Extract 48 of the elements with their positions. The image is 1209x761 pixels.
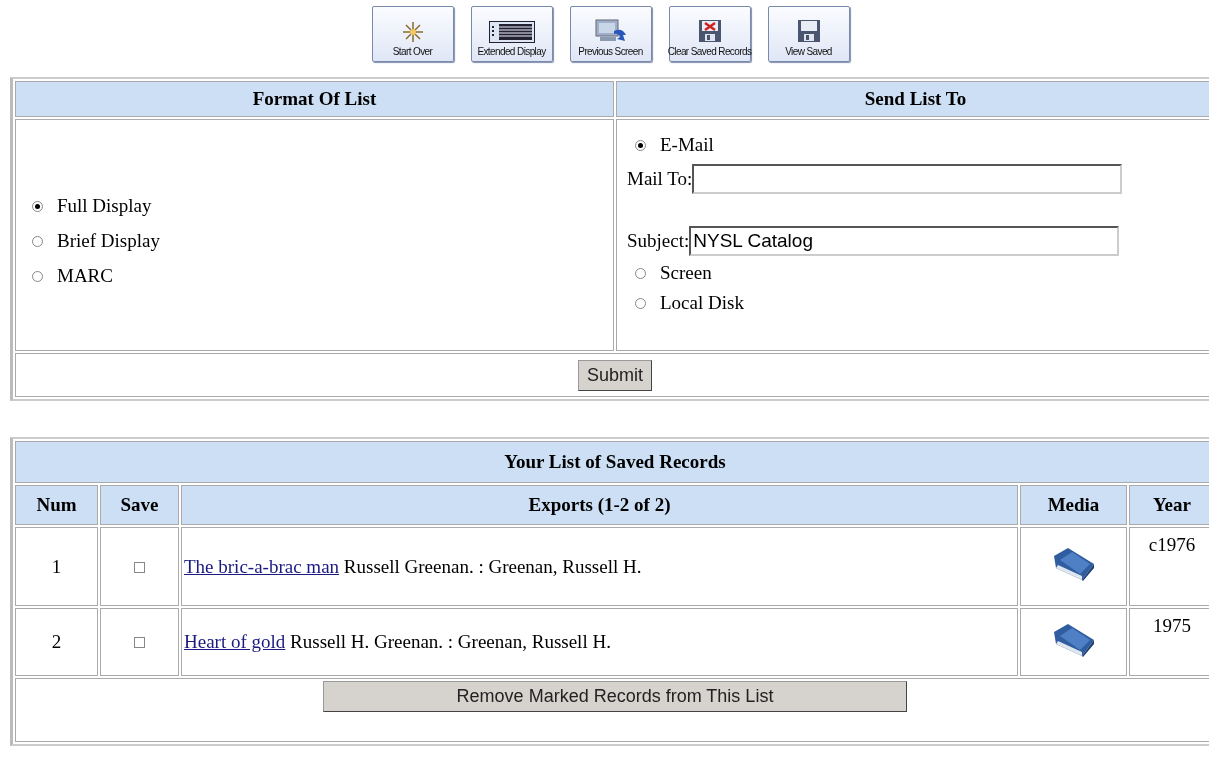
option-label: Full Display — [57, 195, 152, 217]
toolbar-button[interactable]: View Saved — [767, 6, 850, 62]
record-details: Russell Greenan. : Greenan, Russell H. — [343, 555, 642, 577]
floppy-x-icon — [697, 19, 722, 43]
record-details: Russell H. Greenan. : Greenan, Russell H. — [290, 631, 611, 652]
remove-button[interactable]: Remove Marked Records from This List — [323, 681, 907, 712]
table-cell: 1975 — [1129, 608, 1209, 676]
table-cell: 2 — [15, 608, 98, 676]
option-label: E-Mail — [660, 134, 714, 156]
table-title: Your List of Saved Records — [15, 441, 1209, 483]
toolbar-button[interactable]: Start Over — [371, 6, 454, 62]
radio-button[interactable] — [635, 297, 646, 309]
toolbar-button[interactable]: Previous Screen — [569, 6, 652, 62]
radio-button[interactable] — [635, 139, 646, 151]
radio-button[interactable] — [32, 270, 43, 282]
option-label: Brief Display — [57, 230, 160, 252]
table-cell: c1976 — [1129, 527, 1209, 606]
column-header: Exports (1-2 of 2) — [181, 485, 1018, 525]
monitor-icon — [593, 19, 628, 43]
floppy-icon — [796, 19, 821, 43]
record-link[interactable]: Heart of gold — [184, 631, 286, 652]
column-header: Format Of List — [15, 81, 614, 117]
option-label: MARC — [57, 265, 113, 287]
column-header: Num — [15, 485, 98, 525]
toolbar-button[interactable]: Clear Saved Records — [668, 6, 751, 62]
checkbox[interactable] — [134, 637, 145, 648]
column-header: Year — [1129, 485, 1209, 525]
record-link[interactable]: The bric-a-brac man — [184, 555, 340, 577]
field-label: Mail To: — [627, 168, 693, 190]
toolbar-button[interactable]: Extended Display — [470, 6, 553, 62]
column-header: Send List To — [616, 81, 1209, 117]
radio-button[interactable] — [635, 267, 646, 279]
list-icon — [488, 21, 535, 43]
table-cell: 1 — [15, 527, 98, 606]
radio-button[interactable] — [32, 200, 43, 212]
input-field[interactable] — [692, 164, 1123, 194]
field-label: Subject: — [627, 230, 690, 252]
option-label: Local Disk — [660, 292, 744, 314]
book-icon — [1051, 621, 1096, 658]
submit-button[interactable]: Submit — [578, 359, 652, 391]
input-field[interactable]: NYSL Catalog — [689, 226, 1120, 256]
column-header: Media — [1020, 485, 1127, 525]
star-icon — [400, 21, 425, 43]
radio-button[interactable] — [32, 235, 43, 247]
option-label: Screen — [660, 262, 712, 284]
checkbox[interactable] — [134, 561, 145, 573]
column-header: Save — [100, 485, 179, 525]
book-icon — [1051, 546, 1096, 582]
